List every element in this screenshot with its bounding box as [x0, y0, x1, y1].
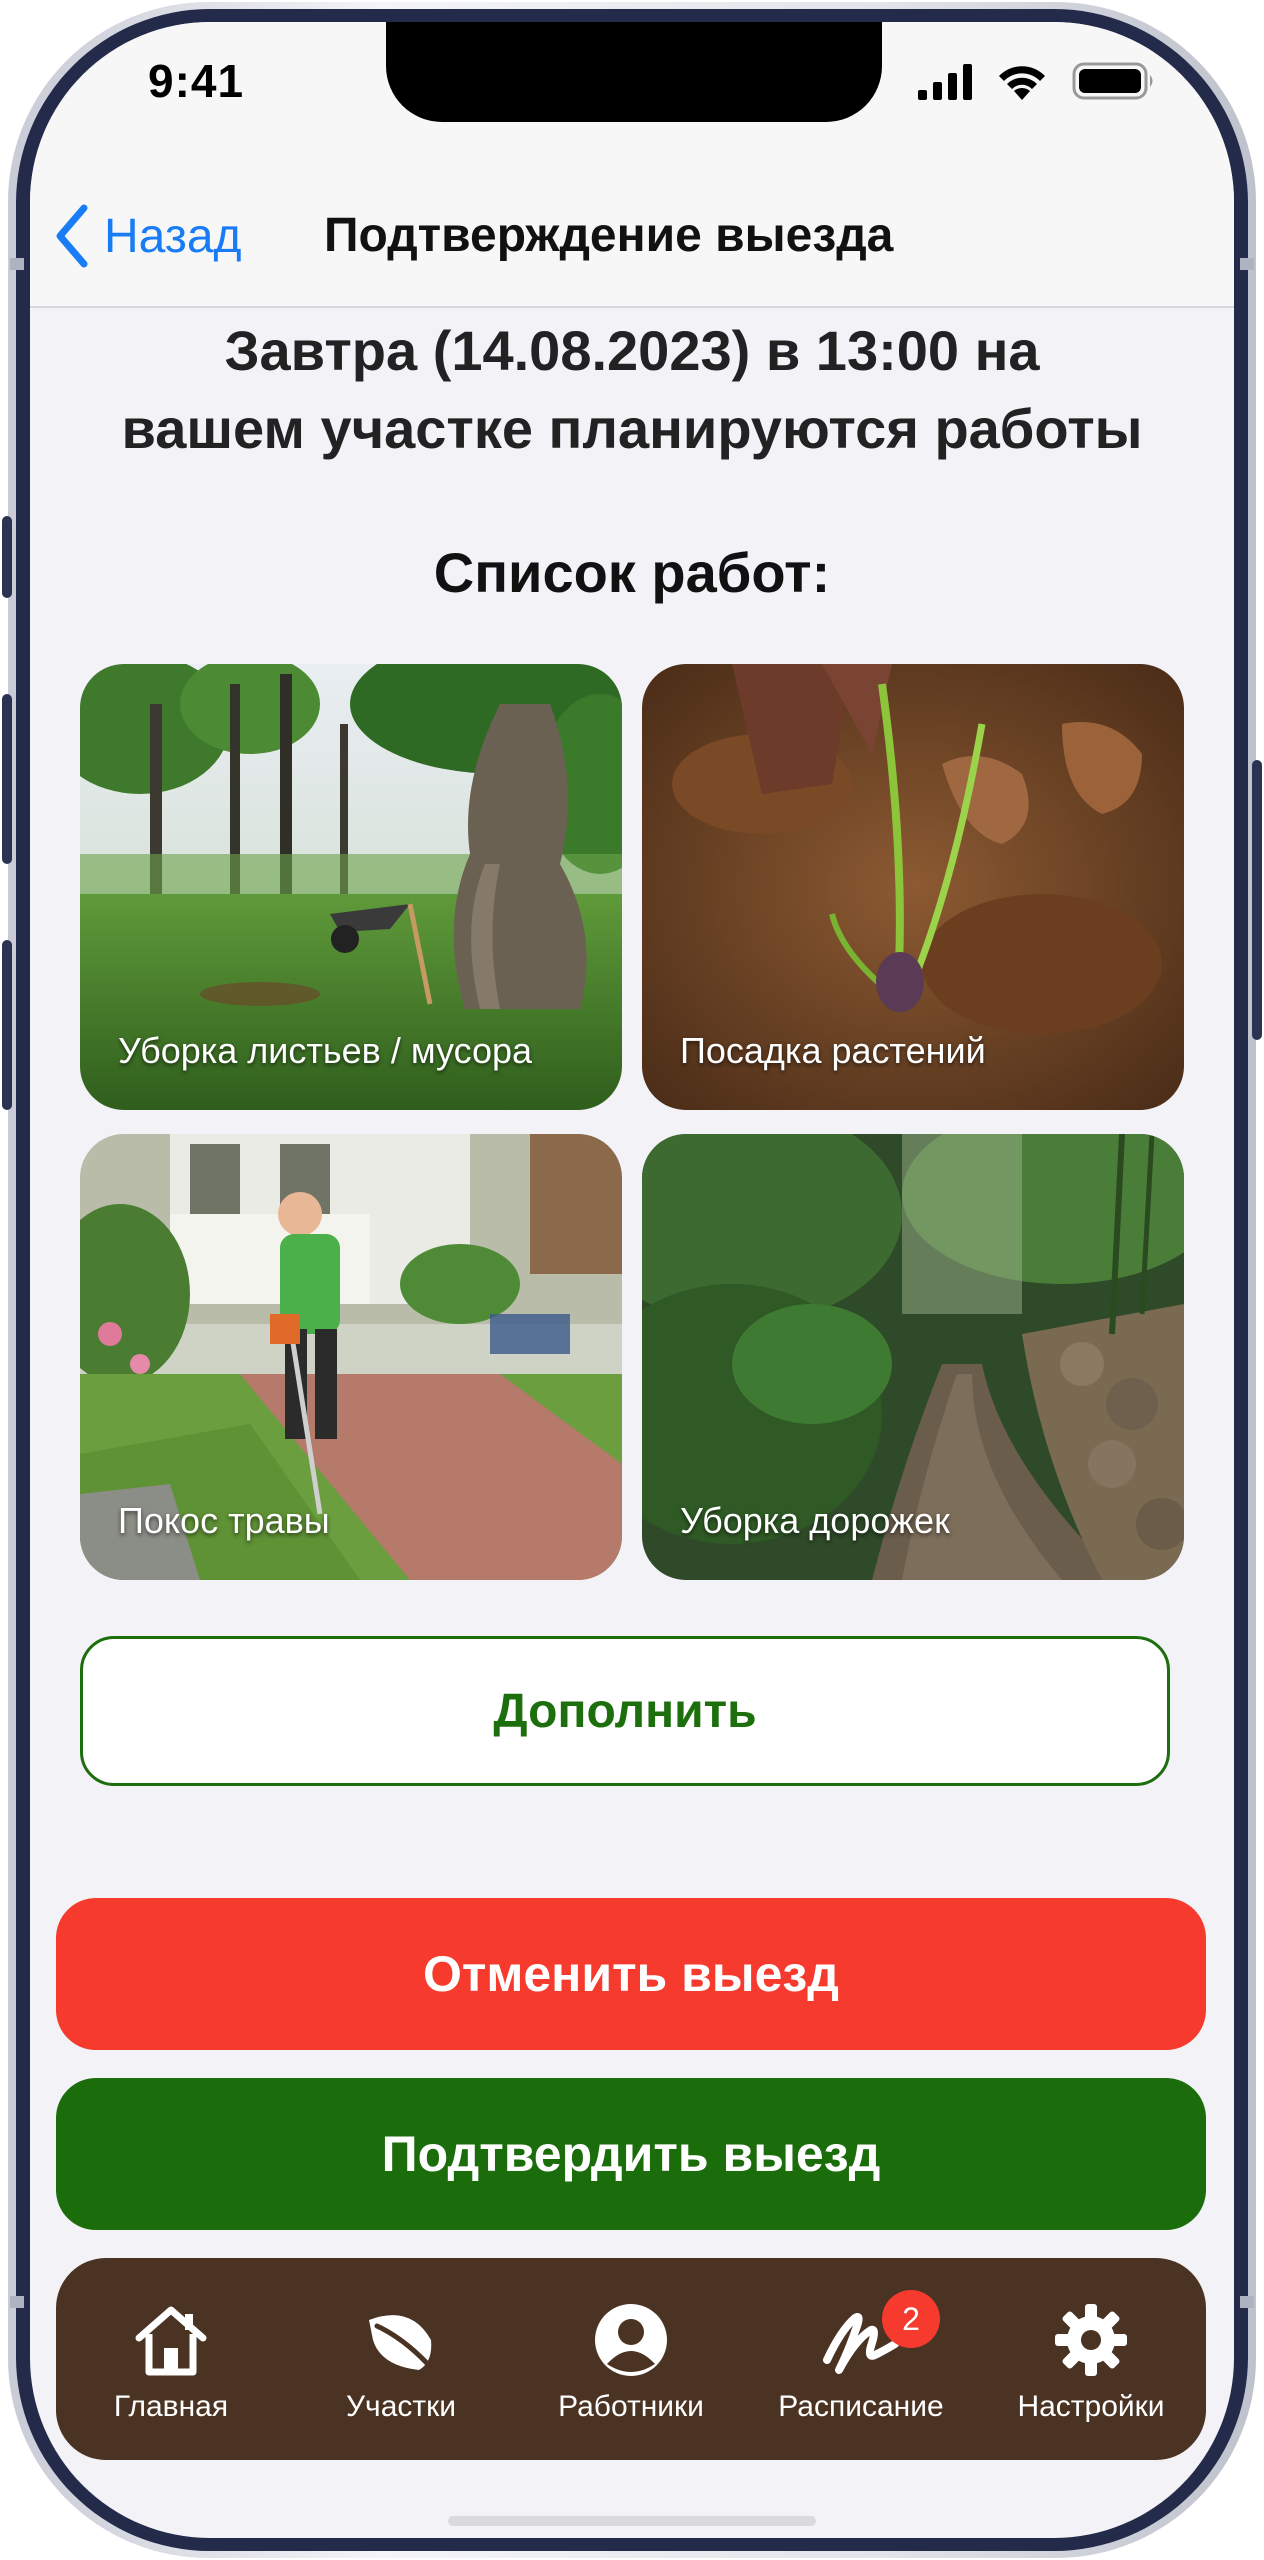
back-label: Назад	[104, 209, 242, 263]
tab-label: Главная	[113, 2390, 229, 2423]
works-list-title: Список работ:	[433, 541, 831, 604]
confirm-visit-button[interactable]: Подтвердить выезд	[56, 2078, 1206, 2230]
power-button	[1252, 760, 1262, 1040]
gear-icon	[1055, 2304, 1127, 2376]
battery-icon	[1072, 62, 1153, 100]
notch	[386, 22, 882, 122]
tab-bar: Главная Участки Работники 2 Расписание Н…	[56, 2258, 1206, 2460]
tab-home[interactable]: Главная	[56, 2258, 286, 2460]
notification-badge: 2	[882, 2290, 940, 2348]
work-card-label: Покос травы	[118, 1500, 330, 1541]
work-card-mowing[interactable]: Покос травы	[80, 1134, 622, 1580]
screen: 9:41 Назад Подтверждение выезда Завтра (…	[30, 22, 1234, 2538]
tab-workers[interactable]: Работники	[516, 2258, 746, 2460]
work-card-label: Уборка дорожек	[680, 1500, 950, 1541]
work-card-planting[interactable]: Посадка растений	[642, 664, 1184, 1110]
antenna-line	[1240, 258, 1254, 270]
silent-switch	[2, 516, 12, 598]
chevron-left-icon	[56, 204, 88, 268]
volume-down-button	[2, 940, 12, 1110]
work-card-leaves[interactable]: Уборка листьев / мусора	[80, 664, 622, 1110]
volume-up-button	[2, 694, 12, 864]
tab-label: Расписание	[778, 2390, 944, 2423]
status-time: 9:41	[148, 55, 245, 107]
wifi-icon	[999, 66, 1045, 100]
tab-label: Участки	[346, 2390, 456, 2423]
tab-label: Настройки	[1017, 2390, 1165, 2423]
headline-line-2: вашем участке планируются работы	[121, 397, 1143, 460]
work-card-paths[interactable]: Уборка дорожек	[642, 1134, 1184, 1580]
page-title: Подтверждение выезда	[324, 209, 894, 262]
tab-label: Работники	[558, 2390, 704, 2423]
antenna-line	[10, 258, 24, 270]
headline-line-1: Завтра (14.08.2023) в 13:00 на	[224, 319, 1040, 382]
visit-headline: Завтра (14.08.2023) в 13:00 на вашем уча…	[30, 312, 1234, 468]
work-card-label: Посадка растений	[680, 1030, 986, 1071]
home-icon	[135, 2306, 207, 2376]
user-icon	[595, 2304, 667, 2376]
signal-icon	[918, 64, 972, 100]
antenna-line	[1240, 2296, 1254, 2308]
antenna-line	[10, 2296, 24, 2308]
cancel-visit-button[interactable]: Отменить выезд	[56, 1898, 1206, 2050]
back-button[interactable]: Назад	[52, 202, 242, 270]
tab-settings[interactable]: Настройки	[976, 2258, 1206, 2460]
tab-plots[interactable]: Участки	[286, 2258, 516, 2460]
work-card-label: Уборка листьев / мусора	[118, 1030, 533, 1071]
leaf-icon	[369, 2315, 438, 2375]
add-works-button[interactable]: Дополнить	[80, 1636, 1170, 1786]
home-indicator[interactable]	[448, 2516, 816, 2526]
navigation-bar: Назад Подтверждение выезда	[30, 162, 1234, 308]
tab-schedule[interactable]: 2 Расписание	[746, 2258, 976, 2460]
